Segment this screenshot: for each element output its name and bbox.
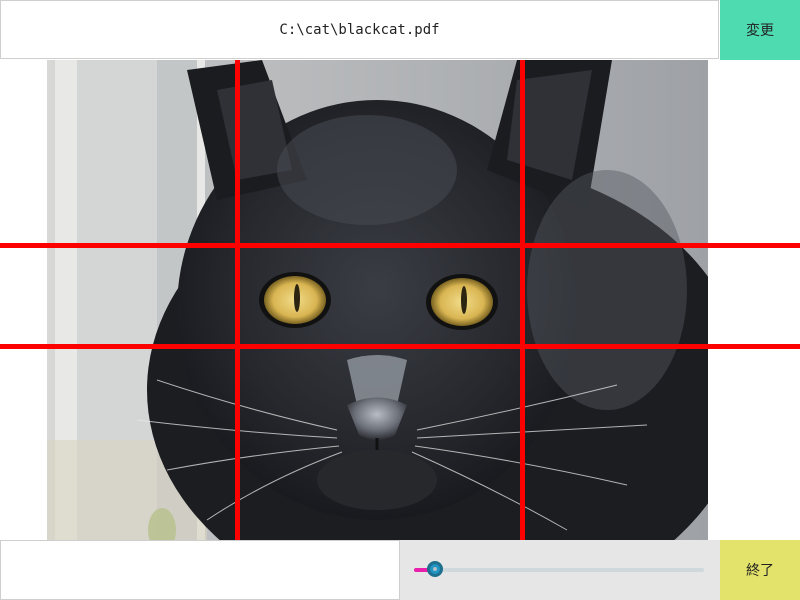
image-viewer <box>47 60 708 540</box>
cat-image <box>47 60 708 540</box>
slider-thumb[interactable] <box>427 561 444 577</box>
quit-button[interactable]: 終了 <box>720 540 800 600</box>
file-path-display: C:\cat\blackcat.pdf <box>0 0 719 59</box>
grid-line-horizontal-2 <box>0 344 800 349</box>
bottom-empty-panel <box>0 540 400 600</box>
slider-track[interactable] <box>414 568 704 572</box>
grid-line-vertical-2 <box>520 60 525 540</box>
slider-panel <box>400 540 720 600</box>
file-path-text: C:\cat\blackcat.pdf <box>279 21 440 38</box>
app-window: C:\cat\blackcat.pdf 変更 終了 <box>0 0 800 600</box>
change-button[interactable]: 変更 <box>720 0 800 60</box>
grid-line-horizontal-1 <box>0 243 800 248</box>
grid-line-vertical-1 <box>235 60 240 540</box>
